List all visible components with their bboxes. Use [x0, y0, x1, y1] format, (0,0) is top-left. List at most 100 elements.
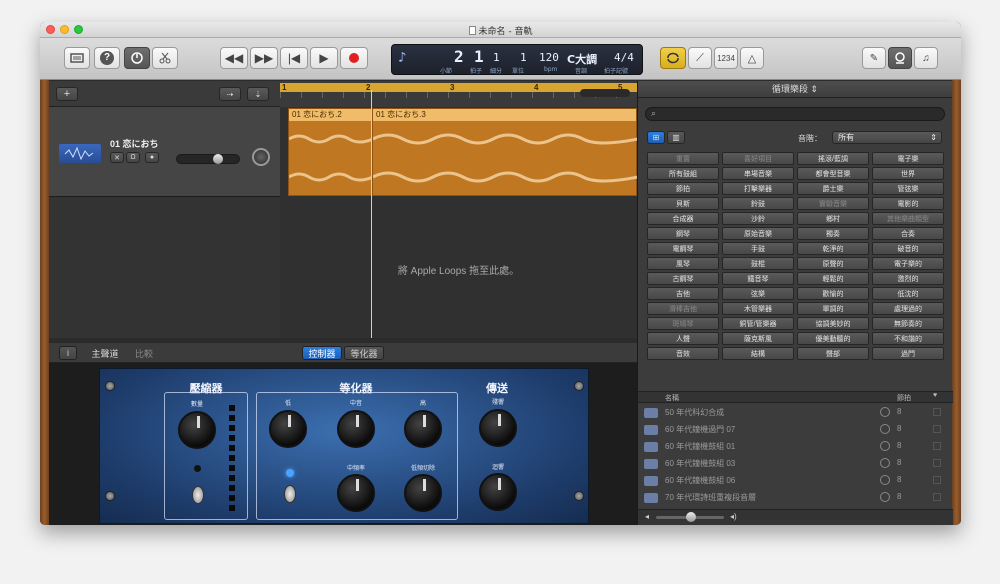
keyword-button[interactable]: 協調美妙的 [797, 317, 869, 330]
keyword-button[interactable]: 合成器 [647, 212, 719, 225]
audio-region[interactable]: 01 恋におち.3 [372, 108, 639, 196]
timeline[interactable]: 1 2 3 4 5 [280, 81, 637, 107]
eq-toggle[interactable] [284, 485, 296, 503]
keyword-button[interactable]: 原始音樂 [722, 227, 794, 240]
keyword-button[interactable]: 聲部 [797, 347, 869, 360]
keyword-button[interactable]: 滑棒吉他 [647, 302, 719, 315]
zoom-slider[interactable] [580, 89, 630, 97]
loop-preview-icon[interactable] [880, 475, 890, 485]
preview-volume-slider[interactable] [656, 512, 724, 522]
keyword-button[interactable]: 風琴 [647, 257, 719, 270]
info-button[interactable]: i [59, 346, 77, 360]
loops-browser-title[interactable]: 循環樂段 ⇕ [638, 81, 952, 98]
loop-result-row[interactable]: 60 年代鐘機過門 07 8 [638, 421, 953, 438]
loop-preview-icon[interactable] [880, 458, 890, 468]
keyword-button[interactable]: 手鼓 [722, 242, 794, 255]
keyword-button[interactable]: 喜好項目 [722, 152, 794, 165]
keyword-button[interactable]: 都會型音樂 [797, 167, 869, 180]
compressor-toggle[interactable] [192, 486, 204, 504]
keyword-button[interactable]: 單調的 [797, 302, 869, 315]
add-track-button[interactable]: + [56, 87, 78, 101]
keyword-button[interactable]: 沙鈴 [722, 212, 794, 225]
keyword-button[interactable]: 電子樂 [872, 152, 944, 165]
smart-tempo-button[interactable]: ⇢ [219, 87, 241, 101]
editors-button[interactable] [152, 47, 178, 69]
button-view-button[interactable]: ⊞ [647, 131, 665, 144]
column-view-button[interactable]: ▥ [667, 131, 685, 144]
beats-column-header[interactable]: 節拍 [897, 393, 911, 403]
amount-knob[interactable] [178, 411, 216, 449]
keyword-button[interactable]: 吉他 [647, 287, 719, 300]
loop-result-row[interactable]: 60 年代鐘機鼓組 06 8 [638, 472, 953, 489]
keyword-button[interactable]: 合奏 [872, 227, 944, 240]
name-column-header[interactable]: 名稱 [665, 393, 679, 403]
help-button[interactable]: ? [94, 47, 120, 69]
playhead[interactable] [371, 90, 372, 338]
favorite-checkbox[interactable] [933, 408, 941, 416]
favorite-checkbox[interactable] [933, 476, 941, 484]
loop-preview-icon[interactable] [880, 424, 890, 434]
keyword-button[interactable]: 鄉村 [797, 212, 869, 225]
keyword-button[interactable]: 斑鳩琴 [647, 317, 719, 330]
pan-knob[interactable] [252, 148, 270, 166]
compare-tab[interactable]: 比較 [129, 346, 159, 360]
catch-playhead-button[interactable]: ⇣ [247, 87, 269, 101]
tab-eq[interactable]: 等化器 [344, 346, 384, 360]
keyword-button[interactable]: 鐵音琴 [722, 272, 794, 285]
echo-knob[interactable] [479, 473, 517, 511]
loop-result-row[interactable]: 70 年代環詩班重複段音層 8 [638, 489, 953, 506]
record-button[interactable] [340, 47, 368, 69]
fast-forward-button[interactable]: ▶▶ [250, 47, 278, 69]
volume-slider-thumb[interactable] [213, 154, 223, 164]
keyword-button[interactable]: 貝斯 [647, 197, 719, 210]
keyword-button[interactable]: 優美動聽的 [797, 332, 869, 345]
keyword-button[interactable]: 鼓棍 [722, 257, 794, 270]
lcd-display[interactable]: ♪ 2 1 1 1 小節 拍子 細分 單位 120 bpm C大調 音調 4/4… [391, 44, 643, 75]
keyword-button[interactable]: 古鋼琴 [647, 272, 719, 285]
smart-controls-button[interactable] [124, 47, 150, 69]
preview-volume-thumb[interactable] [686, 512, 696, 522]
favorite-checkbox[interactable] [933, 425, 941, 433]
mid-knob[interactable] [337, 410, 375, 448]
keyword-button[interactable]: 重置 [647, 152, 719, 165]
favorite-heart-icon[interactable]: ♥ [933, 392, 937, 399]
keyword-button[interactable]: 電影的 [872, 197, 944, 210]
media-browser-button[interactable]: ♫ [914, 47, 938, 69]
low-cut-knob[interactable] [404, 474, 442, 512]
keyword-button[interactable]: 管弦樂 [872, 182, 944, 195]
track-header[interactable]: 01 恋におち ✕ Ω ● [49, 107, 280, 197]
keyword-button[interactable]: 過門 [872, 347, 944, 360]
count-in-button[interactable]: 1234 [714, 47, 738, 69]
solo-button[interactable]: Ω [126, 152, 140, 163]
keyword-button[interactable]: 弦樂 [722, 287, 794, 300]
favorite-checkbox[interactable] [933, 459, 941, 467]
loops-search-input[interactable] [664, 109, 934, 120]
keyword-button[interactable]: 打擊樂器 [722, 182, 794, 195]
keyword-button[interactable]: 節拍 [647, 182, 719, 195]
keyword-button[interactable]: 世界 [872, 167, 944, 180]
mute-button[interactable]: ✕ [110, 152, 124, 163]
keyword-button[interactable]: 其他樂曲類型 [872, 212, 944, 225]
reverb-knob[interactable] [479, 409, 517, 447]
scale-select[interactable]: 所有 ⇕ [832, 131, 942, 144]
keyword-button[interactable]: 所有鼓組 [647, 167, 719, 180]
keyword-button[interactable]: 無節奏的 [872, 317, 944, 330]
keyword-button[interactable]: 結構 [722, 347, 794, 360]
favorite-checkbox[interactable] [933, 493, 941, 501]
loop-preview-icon[interactable] [880, 492, 890, 502]
keyword-button[interactable]: 電鋼琴 [647, 242, 719, 255]
metronome-button[interactable]: △ [740, 47, 764, 69]
tuner-button[interactable]: ⟋ [688, 47, 712, 69]
volume-slider[interactable] [176, 154, 240, 164]
keyword-button[interactable]: 人聲 [647, 332, 719, 345]
arrange-area[interactable]: 01 恋におち.2 01 恋におち.3 [280, 107, 639, 338]
keyword-button[interactable]: 歡愉的 [797, 287, 869, 300]
keyword-button[interactable]: 原聲的 [797, 257, 869, 270]
keyword-button[interactable]: 銅管/管樂器 [722, 317, 794, 330]
keyword-button[interactable]: 獨奏 [797, 227, 869, 240]
tab-controls[interactable]: 控制器 [302, 346, 342, 360]
keyword-button[interactable]: 鈴鼓 [722, 197, 794, 210]
keyword-button[interactable]: 不和諧的 [872, 332, 944, 345]
track-tab[interactable]: 主聲道 [85, 346, 125, 360]
keyword-button[interactable]: 爵士樂 [797, 182, 869, 195]
